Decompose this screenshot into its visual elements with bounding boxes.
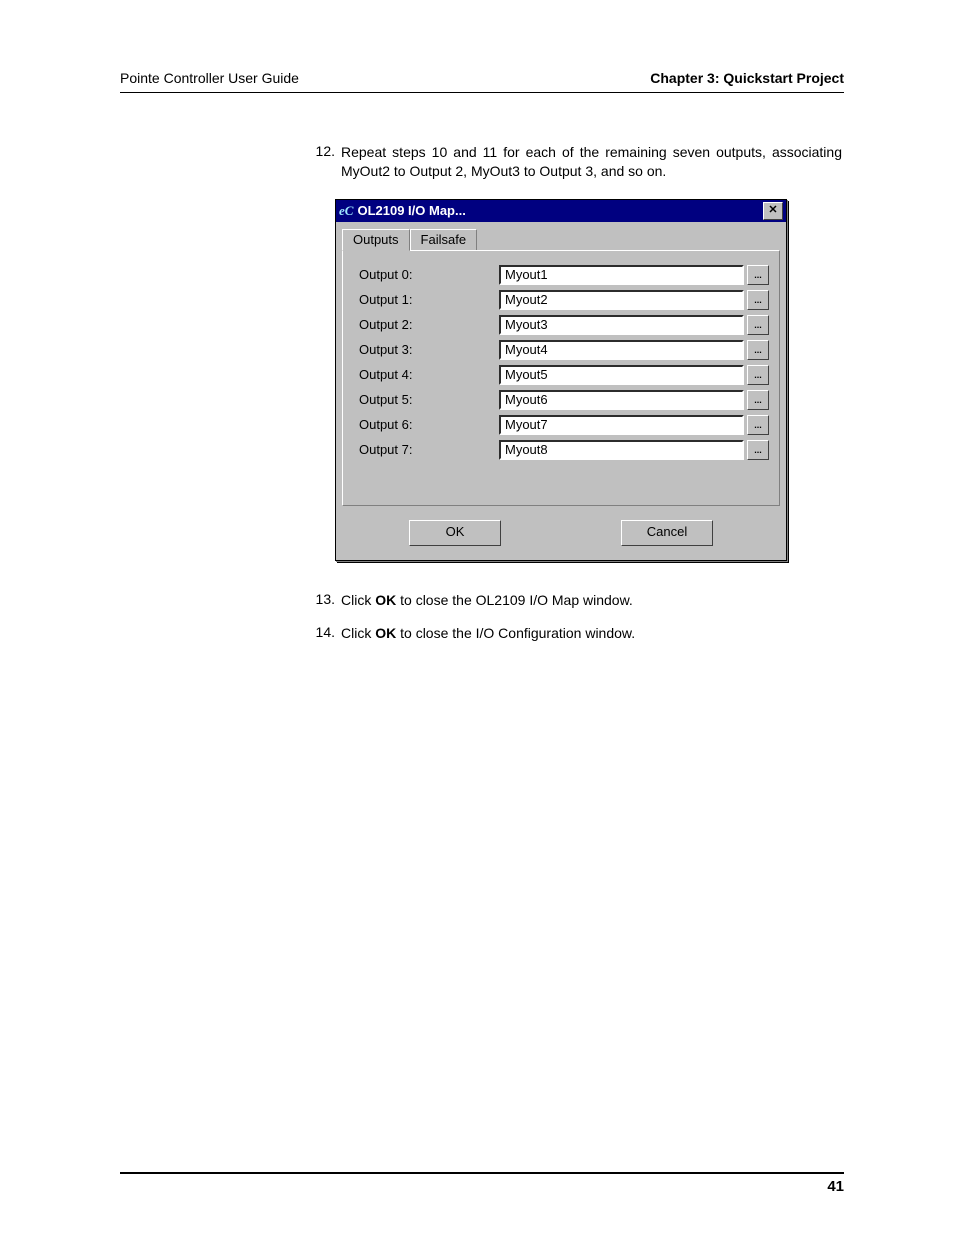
io-input-6[interactable] [499,415,744,435]
step-14: 14. Click OK to close the I/O Configurat… [305,624,842,643]
cancel-button[interactable]: Cancel [621,520,713,546]
io-row-3: Output 3: ... [353,340,769,360]
io-label: Output 7: [353,442,499,457]
ok-button[interactable]: OK [409,520,501,546]
header-left: Pointe Controller User Guide [120,70,299,86]
io-map-dialog: eC OL2109 I/O Map... ✕ OutputsFailsafe O… [335,199,787,561]
io-row-2: Output 2: ... [353,315,769,335]
dialog-button-row: OK Cancel [336,514,786,560]
tab-strip: OutputsFailsafe [336,222,786,250]
io-input-4[interactable] [499,365,744,385]
browse-button[interactable]: ... [747,290,769,310]
browse-button[interactable]: ... [747,415,769,435]
step-text: Repeat steps 10 and 11 for each of the r… [341,143,842,181]
titlebar: eC OL2109 I/O Map... ✕ [336,200,786,222]
tab-outputs[interactable]: Outputs [342,229,410,251]
io-label: Output 0: [353,267,499,282]
step-text: Click OK to close the OL2109 I/O Map win… [341,591,842,610]
step-number: 12. [305,143,341,181]
io-row-5: Output 5: ... [353,390,769,410]
io-row-0: Output 0: ... [353,265,769,285]
browse-button[interactable]: ... [747,315,769,335]
close-icon[interactable]: ✕ [763,202,783,220]
io-input-5[interactable] [499,390,744,410]
browse-button[interactable]: ... [747,340,769,360]
step-text: Click OK to close the I/O Configuration … [341,624,842,643]
io-input-2[interactable] [499,315,744,335]
step-12: 12. Repeat steps 10 and 11 for each of t… [305,143,842,181]
tab-failsafe[interactable]: Failsafe [410,229,478,250]
page-header: Pointe Controller User Guide Chapter 3: … [120,70,844,93]
io-input-0[interactable] [499,265,744,285]
step-number: 14. [305,624,341,643]
app-icon: eC [339,203,353,219]
io-label: Output 5: [353,392,499,407]
tab-panel-outputs: Output 0: ... Output 1: ... Output 2: ..… [342,250,780,506]
browse-button[interactable]: ... [747,390,769,410]
io-label: Output 3: [353,342,499,357]
step-13: 13. Click OK to close the OL2109 I/O Map… [305,591,842,610]
io-row-6: Output 6: ... [353,415,769,435]
window-title: OL2109 I/O Map... [357,203,763,218]
browse-button[interactable]: ... [747,365,769,385]
header-right: Chapter 3: Quickstart Project [650,70,844,86]
io-label: Output 6: [353,417,499,432]
page-number: 41 [827,1178,844,1195]
io-row-7: Output 7: ... [353,440,769,460]
browse-button[interactable]: ... [747,440,769,460]
close-glyph: ✕ [768,204,777,216]
io-input-3[interactable] [499,340,744,360]
io-label: Output 2: [353,317,499,332]
io-input-7[interactable] [499,440,744,460]
io-label: Output 4: [353,367,499,382]
step-number: 13. [305,591,341,610]
io-input-1[interactable] [499,290,744,310]
io-row-4: Output 4: ... [353,365,769,385]
io-row-1: Output 1: ... [353,290,769,310]
browse-button[interactable]: ... [747,265,769,285]
page-footer: 41 [120,1172,844,1195]
io-label: Output 1: [353,292,499,307]
